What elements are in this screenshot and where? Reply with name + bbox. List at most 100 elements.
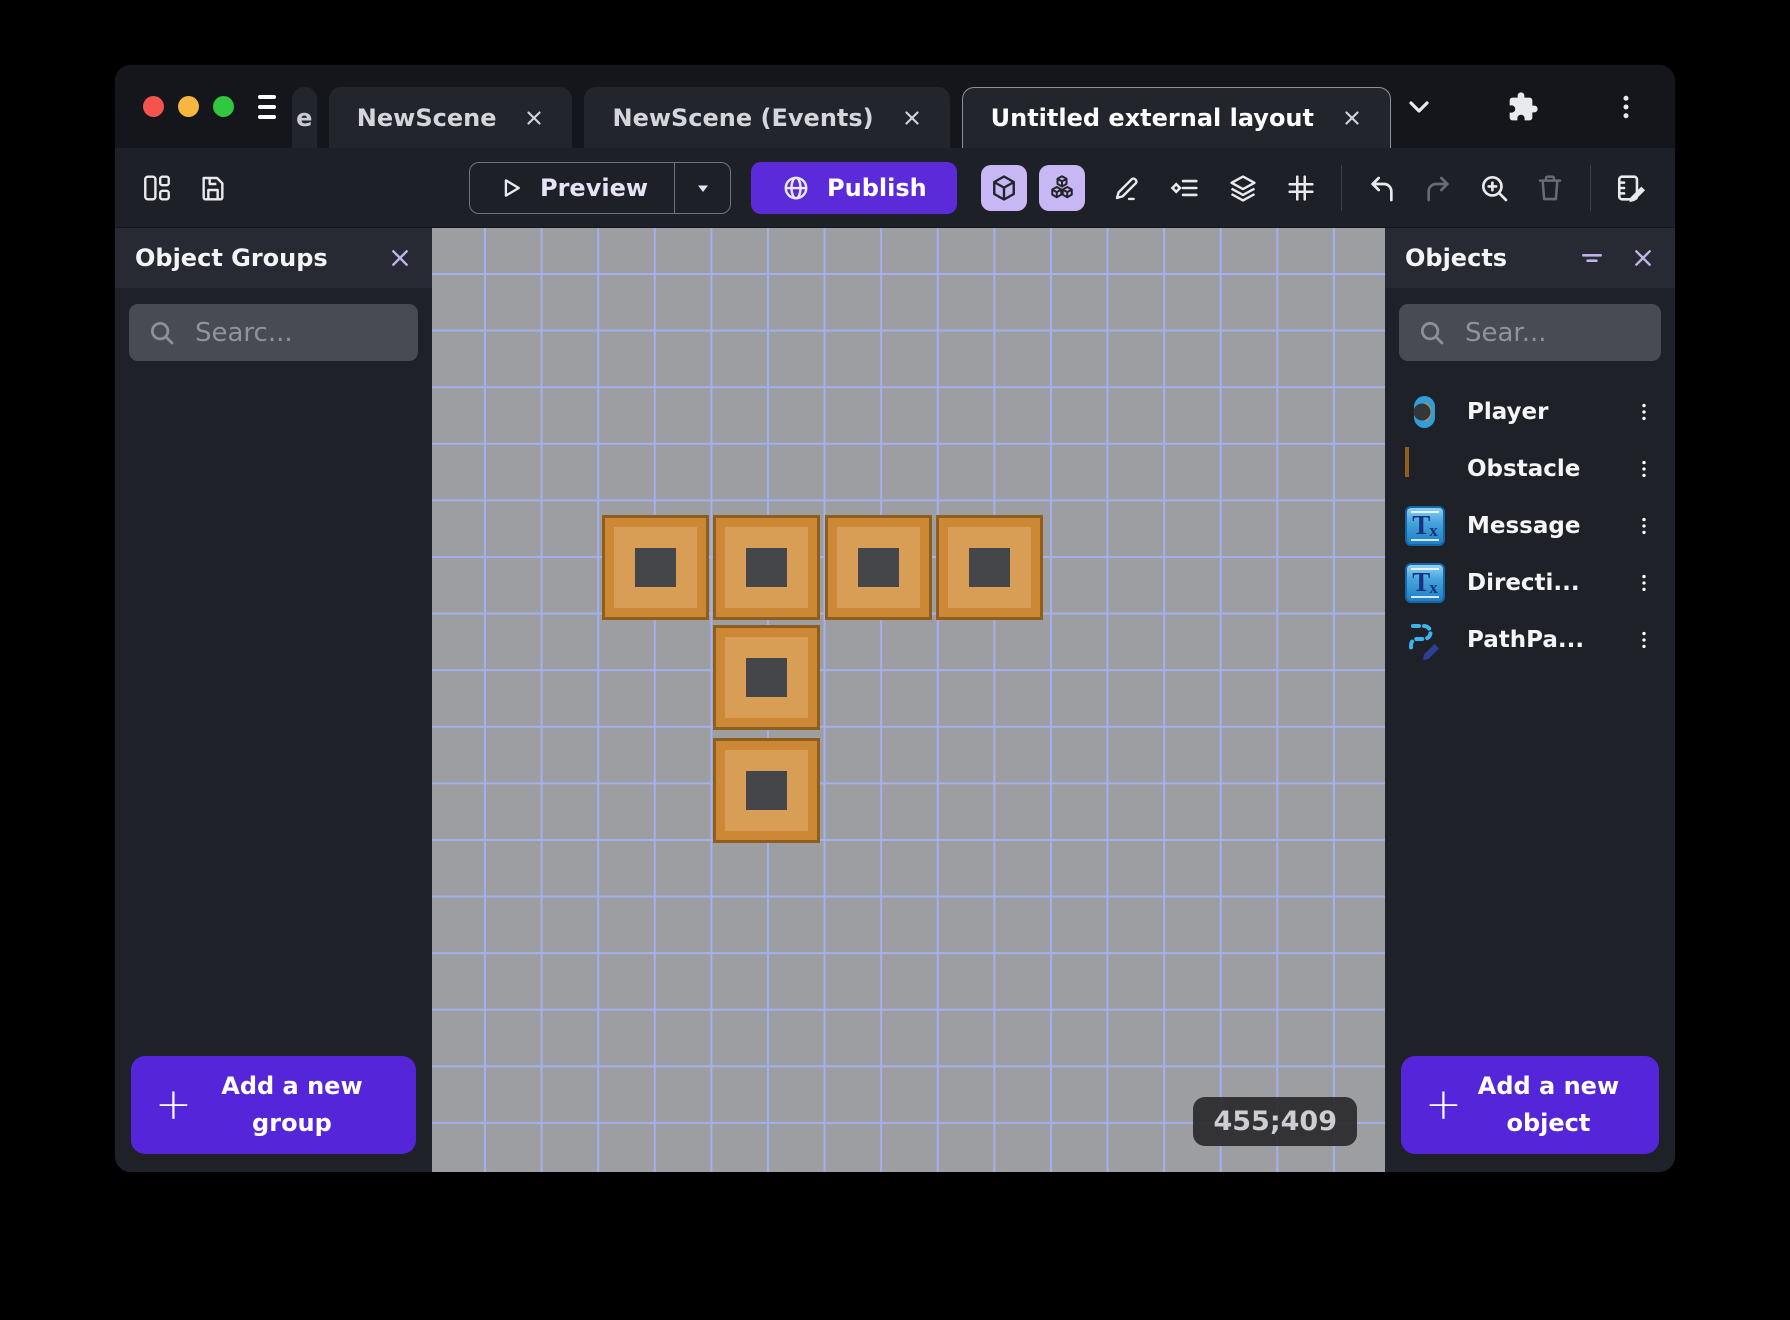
editor-tools <box>981 164 1649 211</box>
play-icon <box>496 174 524 202</box>
close-tab-icon[interactable] <box>524 108 544 128</box>
layers-icon[interactable] <box>1227 172 1259 204</box>
object-name: Obstacle <box>1467 455 1581 482</box>
close-window-button[interactable] <box>143 96 164 117</box>
objects-search-input[interactable]: Sear... <box>1399 304 1661 361</box>
edit-scene-properties-icon[interactable] <box>1615 171 1649 205</box>
object-groups-panel-title: Object Groups <box>135 244 328 272</box>
plus-icon: + <box>1425 1079 1462 1130</box>
undo-icon[interactable] <box>1366 172 1398 204</box>
preview-button[interactable]: Preview <box>469 161 732 214</box>
object-row-pathpaint[interactable]: PathPa... <box>1405 611 1661 668</box>
window-controls <box>143 96 234 117</box>
more-options-kebab-icon[interactable] <box>1611 92 1641 122</box>
add-new-object-button[interactable]: + Add a new object <box>1401 1056 1659 1154</box>
close-panel-icon[interactable] <box>1631 246 1655 270</box>
publish-button-label: Publish <box>827 173 927 202</box>
object-name: Directi... <box>1467 569 1580 596</box>
obstacle-tile-instance[interactable] <box>713 738 820 843</box>
object-name: Message <box>1467 512 1581 539</box>
close-tab-icon[interactable] <box>902 108 922 128</box>
filter-sort-icon[interactable] <box>1579 245 1605 271</box>
obstacle-tile-instance[interactable] <box>713 515 820 620</box>
minimize-window-button[interactable] <box>178 96 199 117</box>
toolbar-divider <box>1590 164 1591 211</box>
edit-pencil-icon[interactable] <box>1111 172 1143 204</box>
tab-label: Untitled external layout <box>990 104 1314 132</box>
obstacle-icon <box>1405 446 1445 489</box>
object-options-kebab-icon[interactable] <box>1627 629 1661 651</box>
toolbar-divider <box>1341 164 1342 211</box>
objects-panel-title: Objects <box>1405 244 1508 272</box>
object-options-kebab-icon[interactable] <box>1627 458 1661 480</box>
obstacle-tile-instance[interactable] <box>713 625 820 730</box>
add-new-group-button[interactable]: + Add a new group <box>131 1056 416 1154</box>
objects-panel-header: Objects <box>1385 228 1675 288</box>
paint-instances-cubes-tool[interactable] <box>1039 164 1085 211</box>
publish-button[interactable]: Publish <box>751 161 957 214</box>
obstacle-tile-instance[interactable] <box>936 515 1043 620</box>
object-row-obstacle[interactable]: Obstacle <box>1405 440 1661 497</box>
object-row-directions[interactable]: Tx Directi... <box>1405 554 1661 611</box>
redo-icon[interactable] <box>1422 172 1454 204</box>
open-panels-layout-icon[interactable] <box>141 172 173 204</box>
object-groups-panel: Object Groups Searc... + Add a new group <box>115 228 432 1172</box>
save-icon[interactable] <box>197 172 229 204</box>
tab-newscene-events[interactable]: NewScene (Events) <box>584 87 950 148</box>
object-groups-search-input[interactable]: Searc... <box>129 304 418 361</box>
player-icon <box>1405 392 1445 432</box>
preview-button-label: Preview <box>540 173 649 202</box>
object-row-message[interactable]: Tx Message <box>1405 497 1661 554</box>
preview-button-main[interactable]: Preview <box>470 163 674 213</box>
tabbar-actions <box>1403 91 1675 123</box>
close-tab-icon[interactable] <box>1342 108 1362 128</box>
scene-canvas[interactable]: 455;409 <box>432 228 1385 1172</box>
search-icon <box>1417 318 1447 348</box>
text-object-icon: Tx <box>1405 562 1445 603</box>
object-row-player[interactable]: Player <box>1405 383 1661 440</box>
tab-list-chevron-icon[interactable] <box>1403 91 1435 123</box>
objects-panel: Objects Sear... Player Obstacle T x Mess… <box>1385 228 1675 1172</box>
main-menu-icon[interactable] <box>258 94 277 119</box>
maximize-window-button[interactable] <box>213 96 234 117</box>
search-placeholder: Sear... <box>1465 317 1547 348</box>
tab-label: NewScene <box>356 103 497 132</box>
editor-content: 455;409 Object Groups Searc... + Add a n… <box>115 228 1675 1172</box>
tab-fragment-label: e <box>296 103 313 132</box>
toolbar: Preview Publish <box>115 148 1675 228</box>
objects-list: Player Obstacle Tx Message T x Directi..… <box>1385 383 1675 668</box>
path-paint-icon <box>1405 620 1445 660</box>
object-groups-panel-header: Object Groups <box>115 228 432 288</box>
add-new-object-label: Add a new object <box>1477 1071 1620 1137</box>
search-placeholder: Searc... <box>195 317 293 348</box>
object-options-kebab-icon[interactable] <box>1627 515 1661 537</box>
tab-untitled-external-layout[interactable]: Untitled external layout <box>961 87 1391 148</box>
object-options-kebab-icon[interactable] <box>1627 572 1661 594</box>
app-window: e NewScene NewScene (Events) Untitled ex… <box>115 65 1675 1172</box>
text-object-icon: Tx <box>1405 505 1445 546</box>
tab-newscene[interactable]: NewScene <box>328 87 573 148</box>
preview-options-dropdown[interactable] <box>674 162 730 213</box>
delete-trash-icon[interactable] <box>1534 172 1566 204</box>
search-icon <box>147 318 177 348</box>
cursor-coordinates-badge: 455;409 <box>1193 1097 1357 1146</box>
obstacle-tile-instance[interactable] <box>825 515 932 620</box>
grid-icon[interactable] <box>1285 172 1317 204</box>
close-panel-icon[interactable] <box>388 246 412 270</box>
zoom-in-icon[interactable] <box>1478 172 1510 204</box>
tab-overflow-fragment[interactable]: e <box>292 87 317 148</box>
object-groups-panel-footer: + Add a new group <box>115 1040 432 1172</box>
extensions-puzzle-icon[interactable] <box>1507 91 1539 123</box>
tab-bar: e NewScene NewScene (Events) Untitled ex… <box>115 65 1675 148</box>
add-new-group-label: Add a new group <box>221 1071 363 1137</box>
instances-list-icon[interactable] <box>1169 172 1201 204</box>
object-options-kebab-icon[interactable] <box>1627 401 1661 423</box>
object-name: PathPa... <box>1467 626 1585 653</box>
tab-label: NewScene (Events) <box>612 103 874 132</box>
obstacle-tile-instance[interactable] <box>602 515 709 620</box>
globe-icon <box>781 173 811 203</box>
object-name: Player <box>1467 398 1549 425</box>
plus-icon: + <box>155 1079 192 1130</box>
select-object-cube-tool[interactable] <box>981 164 1027 211</box>
objects-panel-footer: + Add a new object <box>1385 1040 1675 1172</box>
